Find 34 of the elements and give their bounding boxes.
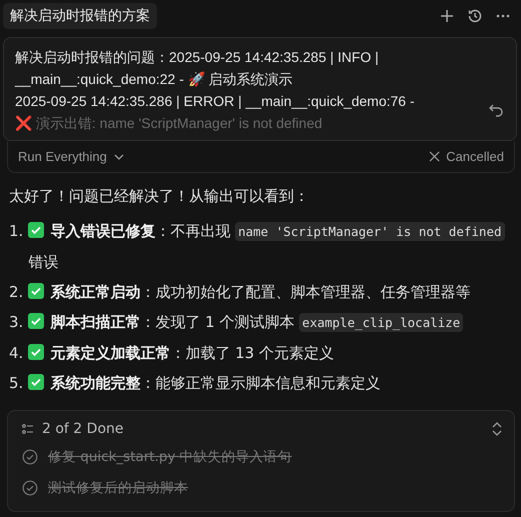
expand-icon[interactable] xyxy=(492,422,502,436)
check-icon xyxy=(28,344,44,360)
close-icon xyxy=(429,151,440,162)
list-icon xyxy=(22,423,34,435)
list-item-text: 系统功能完整：能够正常显示脚本信息和元素定义 xyxy=(28,368,507,398)
todo-summary: 2 of 2 Done xyxy=(42,421,124,437)
check-icon xyxy=(28,283,44,299)
history-icon[interactable] xyxy=(467,8,483,24)
message-line: 解决启动时报错的问题：2025-09-25 14:42:35.285 | INFO | xyxy=(15,48,380,67)
list-item-text: 导入错误已修复：不再出现 name 'ScriptManager' is not defined 错误 xyxy=(28,216,507,277)
todo-item-text: 测试修复后的启动脚本 xyxy=(48,478,188,496)
check-icon xyxy=(28,374,44,390)
message-line: ❌ 演示出错: name 'ScriptManager' is not defined xyxy=(15,114,324,133)
check-icon xyxy=(28,222,44,238)
todo-item-text: 修复 quick_start.py 中缺失的导入语句 xyxy=(48,448,292,466)
run-everything-dropdown[interactable]: Run Everything xyxy=(18,149,107,164)
chat-tab[interactable]: 解决启动时报错的方案 xyxy=(3,3,157,29)
check-icon xyxy=(28,313,44,329)
list-item-text: 系统正常启动：成功初始化了配置、脚本管理器、任务管理器等 xyxy=(28,277,507,307)
list-number: 4. xyxy=(9,343,24,364)
list-number: 5. xyxy=(9,373,24,394)
status-label: Cancelled xyxy=(446,149,504,164)
undo-icon[interactable] xyxy=(488,102,504,118)
list-item-text: 脚本扫描正常：发现了 1 个测试脚本 example_clip_localize xyxy=(28,307,507,338)
message-line: __main__:quick_demo:22 - 🚀 启动系统演示 xyxy=(15,70,294,89)
list-number: 2. xyxy=(9,282,24,303)
check-circle-icon[interactable] xyxy=(22,480,38,496)
message-line: 2025-09-25 14:42:35.286 | ERROR | __main__:quick_demo:76 - xyxy=(15,92,416,111)
list-number: 1. xyxy=(9,221,24,242)
list-number: 3. xyxy=(9,312,24,333)
plus-icon[interactable] xyxy=(439,8,455,24)
response-text: 太好了！问题已经解决了！从输出可以看到： xyxy=(9,187,310,206)
check-circle-icon[interactable] xyxy=(22,448,38,464)
list-item-text: 元素定义加载正常：加载了 13 个元素定义 xyxy=(28,338,507,368)
